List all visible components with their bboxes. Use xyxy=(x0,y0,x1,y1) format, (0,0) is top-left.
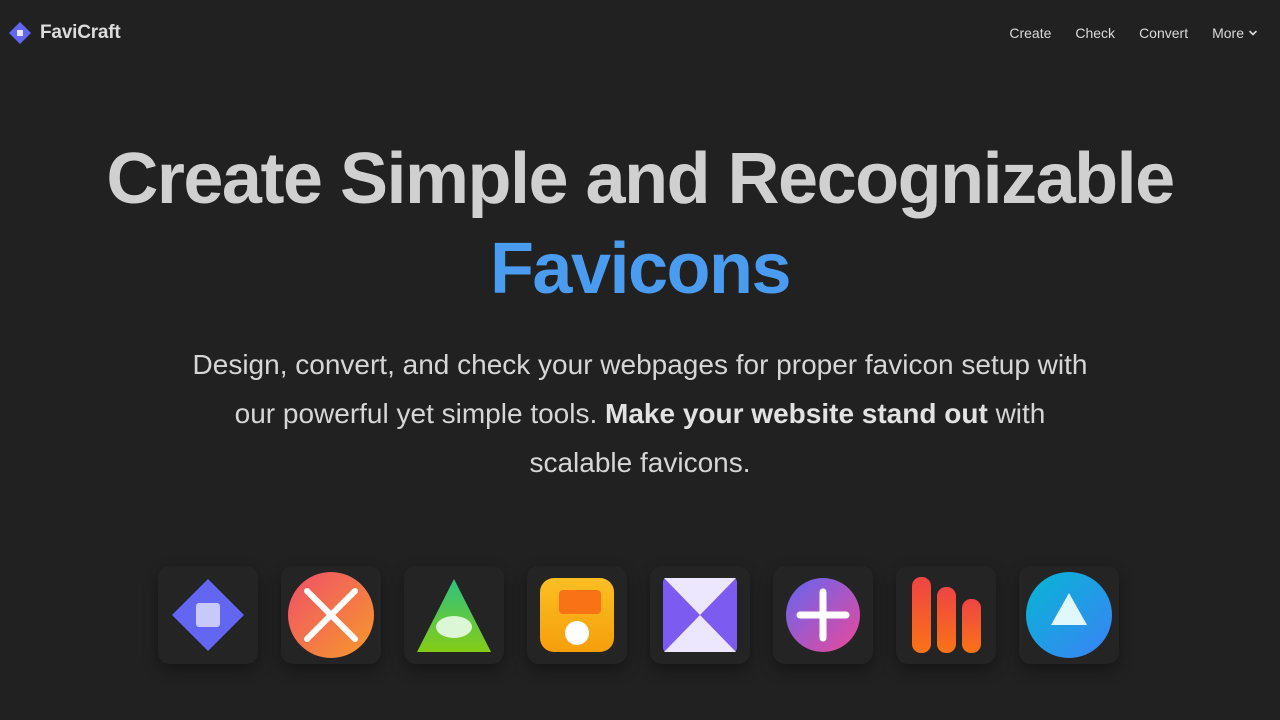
blue-circle-triangle-icon xyxy=(1026,572,1112,658)
hero-title-accent: Favicons xyxy=(489,229,792,309)
purple-hourglass-icon xyxy=(663,578,737,652)
favicon-tile-7 xyxy=(896,566,996,664)
favicon-tile-5 xyxy=(650,566,750,664)
favicon-tile-8 xyxy=(1019,566,1119,664)
brand-name: FaviCraft xyxy=(40,22,121,43)
nav-link-convert[interactable]: Convert xyxy=(1139,25,1188,41)
green-triangle-icon xyxy=(417,579,491,652)
orange-circle-x-icon xyxy=(288,572,374,658)
nav-more-label: More xyxy=(1212,25,1244,41)
favicon-tile-2 xyxy=(281,566,381,664)
blue-diamond-square-icon xyxy=(172,579,244,651)
favicon-tile-6 xyxy=(773,566,873,664)
hero-title: Create Simple and Recognizable Favicons xyxy=(0,134,1280,314)
brand[interactable]: FaviCraft xyxy=(8,21,121,45)
hero-title-line1: Create Simple and Recognizable xyxy=(106,139,1175,219)
hero-subtitle: Design, convert, and check your webpages… xyxy=(180,340,1100,487)
gradient-circle-plus-icon xyxy=(786,578,860,652)
nav-link-check[interactable]: Check xyxy=(1075,25,1115,41)
orange-rounded-square-icon xyxy=(540,578,614,652)
favicon-tile-3 xyxy=(404,566,504,664)
orange-bars-icon xyxy=(912,577,981,653)
nav-more-dropdown[interactable]: More xyxy=(1212,25,1258,41)
favicon-examples xyxy=(158,566,1119,664)
nav-links: Create Check Convert More xyxy=(1009,25,1258,41)
nav-link-create[interactable]: Create xyxy=(1009,25,1051,41)
top-nav: FaviCraft Create Check Convert More xyxy=(0,0,1280,66)
chevron-down-icon xyxy=(1249,30,1257,36)
diamond-logo-icon xyxy=(9,22,31,44)
favicon-tile-1 xyxy=(158,566,258,664)
hero-subtitle-bold: Make your website stand out xyxy=(605,398,988,429)
favicon-tile-4 xyxy=(527,566,627,664)
